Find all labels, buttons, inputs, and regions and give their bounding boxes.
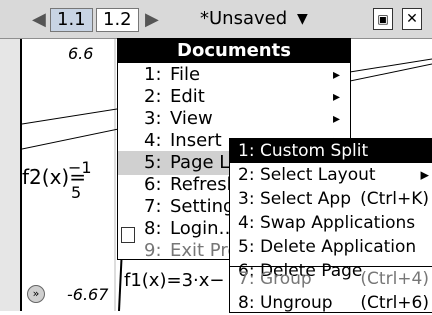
submenu-item-label: 4: Swap Applications bbox=[238, 213, 416, 233]
menu-item-number: 4: bbox=[144, 130, 162, 151]
submenu-arrow-icon: ▸ bbox=[332, 89, 340, 105]
menu-item-number: 8: bbox=[144, 218, 162, 239]
expand-icon[interactable]: » bbox=[27, 285, 45, 303]
submenu-item-label: 7: Group bbox=[238, 269, 312, 289]
submenu-item-select-layout[interactable]: 2: Select Layout ▸ bbox=[230, 163, 432, 187]
graph-label-top: 6.6 bbox=[68, 44, 94, 63]
menu-item-label: Refresh bbox=[170, 174, 238, 195]
submenu-item-ungroup[interactable]: 8: Ungroup (Ctrl+6) bbox=[230, 291, 432, 315]
document-title[interactable]: *Unsaved bbox=[200, 8, 287, 30]
menu-item-number: 9: bbox=[144, 240, 162, 261]
submenu-arrow-icon: ▸ bbox=[332, 111, 340, 127]
menu-item-number: 1: bbox=[144, 64, 162, 85]
submenu-item-custom-split[interactable]: 1: Custom Split bbox=[230, 139, 432, 163]
tab-1-1[interactable]: 1.1 bbox=[50, 8, 93, 32]
submenu-item-label: 8: Ungroup bbox=[238, 293, 333, 313]
submenu-arrow-icon: ▸ bbox=[332, 67, 340, 83]
submenu-item-delete-application[interactable]: 5: Delete Application bbox=[230, 235, 432, 259]
submenu-item-label: 5: Delete Application bbox=[238, 237, 417, 257]
menu-item-number: 2: bbox=[144, 86, 162, 107]
nav-right-arrow-icon[interactable]: ▶ bbox=[145, 9, 159, 30]
menu-item-edit[interactable]: 2: Edit ▸ bbox=[118, 85, 350, 109]
submenu-item-group: 7: Group (Ctrl+4) bbox=[230, 267, 432, 291]
document-icon[interactable]: ▣ bbox=[373, 8, 393, 30]
menu-item-number: 5: bbox=[144, 152, 162, 173]
menu-item-label: File bbox=[170, 64, 201, 85]
lock-icon bbox=[121, 227, 135, 243]
menu-item-number: 6: bbox=[144, 174, 162, 195]
submenu-item-select-app[interactable]: 3: Select App (Ctrl+K) bbox=[230, 187, 432, 211]
submenu-item-label: 3: Select App bbox=[238, 189, 352, 209]
function-f2-numerator: −1 bbox=[68, 158, 92, 177]
tab-1-2[interactable]: 1.2 bbox=[96, 8, 139, 32]
page-layout-submenu: 1: Custom Split 2: Select Layout ▸ 3: Se… bbox=[229, 138, 432, 313]
submenu-item-shortcut: (Ctrl+K) bbox=[360, 189, 429, 209]
function-f2-denominator: 5 bbox=[71, 183, 82, 202]
submenu-item-label: 1: Custom Split bbox=[238, 141, 369, 161]
menu-item-file[interactable]: 1: File ▸ bbox=[118, 63, 350, 87]
submenu-item-label: 2: Select Layout bbox=[238, 165, 376, 185]
left-sidebar-strip bbox=[0, 0, 22, 311]
submenu-item-swap-applications[interactable]: 4: Swap Applications bbox=[230, 211, 432, 235]
menu-item-label: Login… bbox=[170, 218, 237, 239]
menu-item-label: View bbox=[170, 108, 213, 129]
menu-item-view[interactable]: 3: View ▸ bbox=[118, 107, 350, 131]
title-dropdown-icon[interactable]: ▼ bbox=[297, 11, 308, 27]
graph-label-bottom: -6.67 bbox=[67, 285, 109, 304]
submenu-arrow-icon: ▸ bbox=[420, 165, 429, 185]
nav-left-arrow-icon[interactable]: ◀ bbox=[32, 9, 46, 30]
documents-menu-title: Documents bbox=[118, 39, 350, 63]
menu-item-number: 7: bbox=[144, 196, 162, 217]
menu-item-label: Insert bbox=[170, 130, 222, 151]
menu-item-label: Edit bbox=[170, 86, 205, 107]
function-f1-label[interactable]: f1(x)=3·x− bbox=[124, 270, 224, 291]
close-icon[interactable]: ✕ bbox=[402, 8, 422, 30]
menu-item-number: 3: bbox=[144, 108, 162, 129]
submenu-item-shortcut: (Ctrl+6) bbox=[360, 293, 429, 313]
submenu-item-shortcut: (Ctrl+4) bbox=[360, 269, 429, 289]
